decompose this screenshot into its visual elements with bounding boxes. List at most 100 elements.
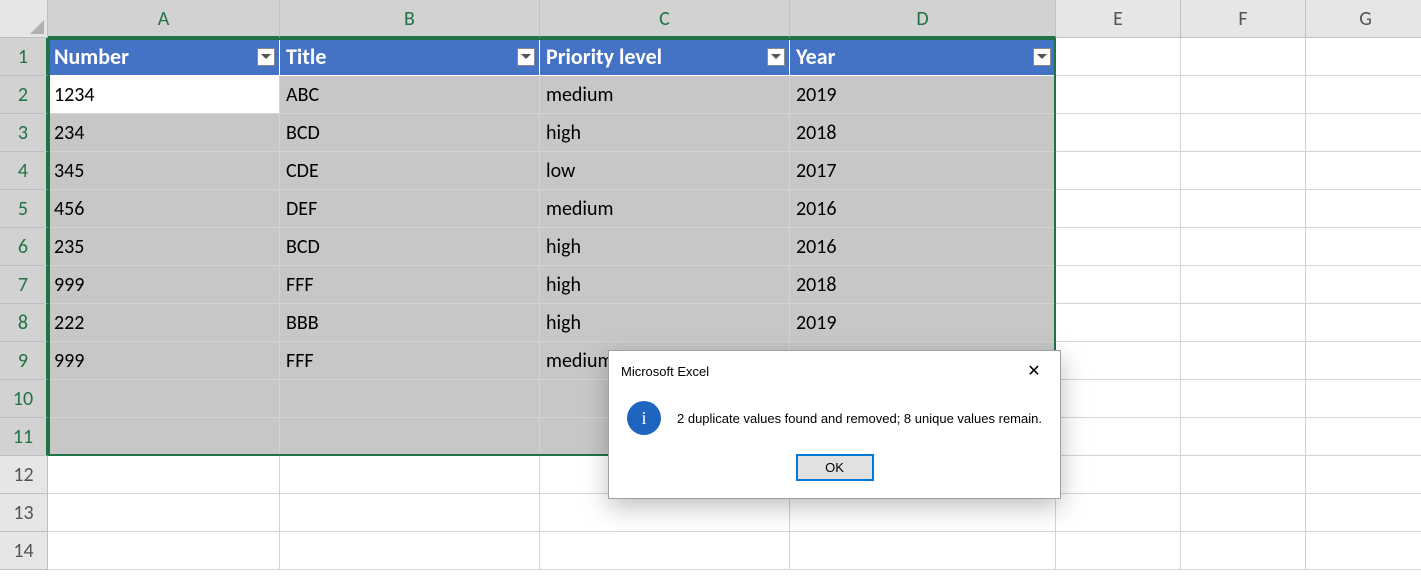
cell-B10[interactable] <box>280 380 540 418</box>
row-header-1[interactable]: 1 <box>0 38 48 76</box>
cell-A13[interactable] <box>48 494 280 532</box>
cell-G9[interactable] <box>1306 342 1421 380</box>
close-icon[interactable]: ✕ <box>1020 361 1048 381</box>
cell-C2[interactable]: medium <box>540 76 790 114</box>
column-header-C[interactable]: C <box>540 0 790 38</box>
cell-D14[interactable] <box>790 532 1056 570</box>
column-header-E[interactable]: E <box>1056 0 1181 38</box>
cell-B14[interactable] <box>280 532 540 570</box>
row-header-11[interactable]: 11 <box>0 418 48 456</box>
cell-B6[interactable]: BCD <box>280 228 540 266</box>
cell-F7[interactable] <box>1181 266 1306 304</box>
cell-D7[interactable]: 2018 <box>790 266 1056 304</box>
cell-G12[interactable] <box>1306 456 1421 494</box>
cell-D4[interactable]: 2017 <box>790 152 1056 190</box>
cell-B11[interactable] <box>280 418 540 456</box>
cell-D13[interactable] <box>790 494 1056 532</box>
cell-F3[interactable] <box>1181 114 1306 152</box>
cell-E6[interactable] <box>1056 228 1181 266</box>
cell-F4[interactable] <box>1181 152 1306 190</box>
row-header-14[interactable]: 14 <box>0 532 48 570</box>
column-header-D[interactable]: D <box>790 0 1056 38</box>
cell-B9[interactable]: FFF <box>280 342 540 380</box>
cell-C14[interactable] <box>540 532 790 570</box>
cell-B5[interactable]: DEF <box>280 190 540 228</box>
row-header-5[interactable]: 5 <box>0 190 48 228</box>
cell-D3[interactable]: 2018 <box>790 114 1056 152</box>
cell-F11[interactable] <box>1181 418 1306 456</box>
cell-A3[interactable]: 234 <box>48 114 280 152</box>
column-header-A[interactable]: A <box>48 0 280 38</box>
cell-F14[interactable] <box>1181 532 1306 570</box>
cell-A4[interactable]: 345 <box>48 152 280 190</box>
cell-G14[interactable] <box>1306 532 1421 570</box>
cell-C13[interactable] <box>540 494 790 532</box>
cell-F6[interactable] <box>1181 228 1306 266</box>
cell-B12[interactable] <box>280 456 540 494</box>
cell-A2[interactable]: 1234 <box>48 76 280 114</box>
row-header-13[interactable]: 13 <box>0 494 48 532</box>
cell-B13[interactable] <box>280 494 540 532</box>
cell-E2[interactable] <box>1056 76 1181 114</box>
cell-C7[interactable]: high <box>540 266 790 304</box>
filter-dropdown-icon[interactable] <box>257 48 275 66</box>
row-header-9[interactable]: 9 <box>0 342 48 380</box>
cell-A10[interactable] <box>48 380 280 418</box>
cell-A9[interactable]: 999 <box>48 342 280 380</box>
cell-B2[interactable]: ABC <box>280 76 540 114</box>
cell-G2[interactable] <box>1306 76 1421 114</box>
row-header-12[interactable]: 12 <box>0 456 48 494</box>
cell-D2[interactable]: 2019 <box>790 76 1056 114</box>
cell-F10[interactable] <box>1181 380 1306 418</box>
cell-F5[interactable] <box>1181 190 1306 228</box>
cell-C8[interactable]: high <box>540 304 790 342</box>
ok-button[interactable]: OK <box>797 455 873 480</box>
row-header-4[interactable]: 4 <box>0 152 48 190</box>
cell-A7[interactable]: 999 <box>48 266 280 304</box>
cell-A8[interactable]: 222 <box>48 304 280 342</box>
cell-D8[interactable]: 2019 <box>790 304 1056 342</box>
column-header-B[interactable]: B <box>280 0 540 38</box>
cell-F9[interactable] <box>1181 342 1306 380</box>
cell-E13[interactable] <box>1056 494 1181 532</box>
cell-A12[interactable] <box>48 456 280 494</box>
cell-E14[interactable] <box>1056 532 1181 570</box>
cell-A6[interactable]: 235 <box>48 228 280 266</box>
cell-F12[interactable] <box>1181 456 1306 494</box>
column-header-F[interactable]: F <box>1181 0 1306 38</box>
cell-E1[interactable] <box>1056 38 1181 76</box>
cell-B3[interactable]: BCD <box>280 114 540 152</box>
cell-A11[interactable] <box>48 418 280 456</box>
cell-C6[interactable]: high <box>540 228 790 266</box>
select-all-corner[interactable] <box>0 0 48 38</box>
cell-F1[interactable] <box>1181 38 1306 76</box>
row-header-6[interactable]: 6 <box>0 228 48 266</box>
row-header-8[interactable]: 8 <box>0 304 48 342</box>
filter-dropdown-icon[interactable] <box>517 48 535 66</box>
row-header-10[interactable]: 10 <box>0 380 48 418</box>
cell-G13[interactable] <box>1306 494 1421 532</box>
cell-A14[interactable] <box>48 532 280 570</box>
cell-C5[interactable]: medium <box>540 190 790 228</box>
cell-E11[interactable] <box>1056 418 1181 456</box>
cell-E9[interactable] <box>1056 342 1181 380</box>
table-header-A[interactable]: Number <box>48 38 280 76</box>
column-header-G[interactable]: G <box>1306 0 1421 38</box>
cell-G5[interactable] <box>1306 190 1421 228</box>
cell-G7[interactable] <box>1306 266 1421 304</box>
cell-G8[interactable] <box>1306 304 1421 342</box>
cell-B4[interactable]: CDE <box>280 152 540 190</box>
filter-dropdown-icon[interactable] <box>767 48 785 66</box>
cell-E12[interactable] <box>1056 456 1181 494</box>
cell-F2[interactable] <box>1181 76 1306 114</box>
filter-dropdown-icon[interactable] <box>1033 48 1051 66</box>
cell-E4[interactable] <box>1056 152 1181 190</box>
cell-D6[interactable]: 2016 <box>790 228 1056 266</box>
cell-C3[interactable]: high <box>540 114 790 152</box>
cell-G4[interactable] <box>1306 152 1421 190</box>
cell-D5[interactable]: 2016 <box>790 190 1056 228</box>
cell-E3[interactable] <box>1056 114 1181 152</box>
table-header-D[interactable]: Year <box>790 38 1056 76</box>
cell-G11[interactable] <box>1306 418 1421 456</box>
row-header-2[interactable]: 2 <box>0 76 48 114</box>
